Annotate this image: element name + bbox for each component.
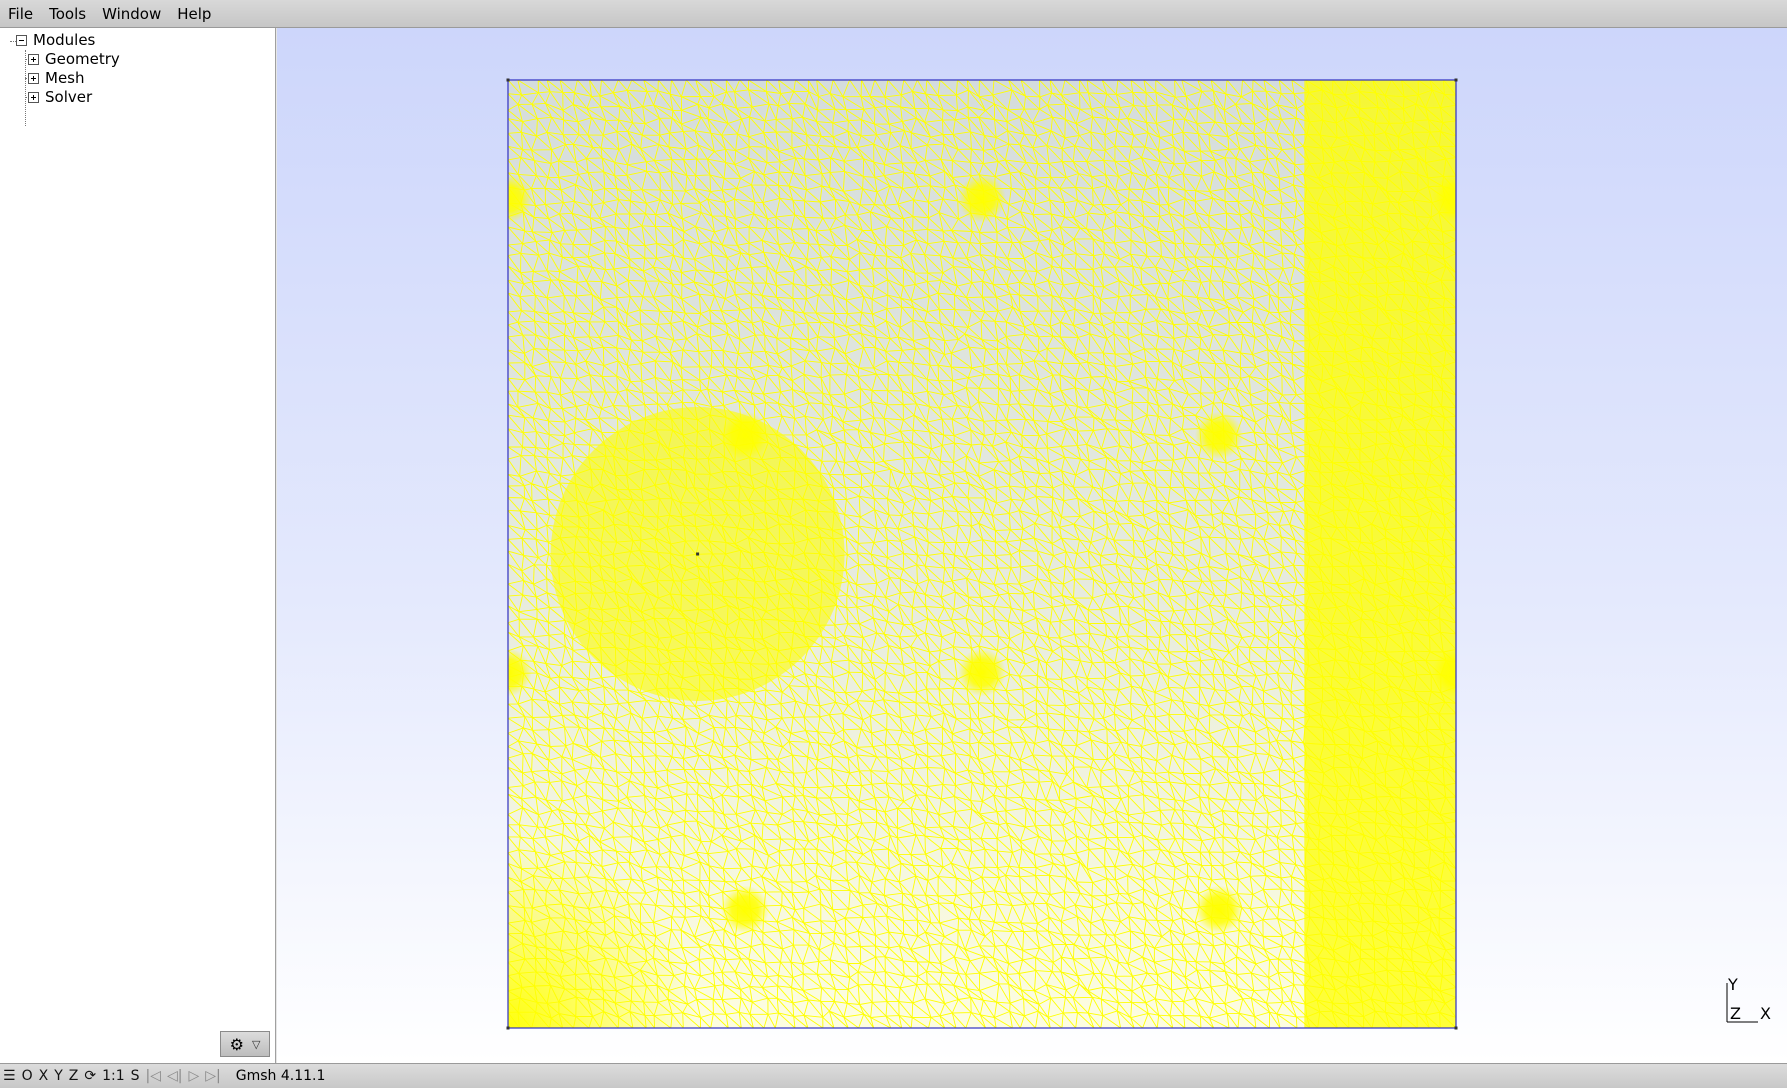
menu-bar: File Tools Window Help — [0, 0, 1787, 28]
tree-item-modules[interactable]: Modules — [16, 31, 95, 50]
origin-view-button[interactable]: O — [19, 1068, 36, 1084]
z-view-button[interactable]: Z — [66, 1068, 82, 1084]
axis-y-label: Y — [1728, 975, 1738, 994]
dropdown-arrow-icon: ▽ — [251, 1037, 261, 1051]
tree-item-geometry[interactable]: Geometry — [28, 50, 120, 69]
module-tree: Modules Geometry Mesh Solver — [0, 28, 276, 1063]
menu-help[interactable]: Help — [169, 0, 219, 28]
mesh-canvas[interactable] — [277, 28, 1787, 1063]
last-step-icon[interactable]: ▷| — [202, 1068, 223, 1084]
y-view-button[interactable]: Y — [51, 1068, 66, 1084]
menu-window[interactable]: Window — [94, 0, 169, 28]
axis-z-label: Z — [1730, 1004, 1741, 1023]
geometry-point — [506, 1026, 510, 1030]
gear-icon: ⚙ — [229, 1034, 244, 1054]
tree-item-solver[interactable]: Solver — [28, 88, 92, 107]
axis-x-label: X — [1760, 1004, 1771, 1023]
x-view-button[interactable]: X — [36, 1068, 52, 1084]
expand-icon[interactable] — [28, 73, 39, 84]
tree-item-label: Modules — [33, 31, 96, 49]
tree-item-mesh[interactable]: Mesh — [28, 69, 85, 88]
tree-item-label: Geometry — [45, 50, 120, 68]
refinement-point — [958, 648, 1006, 697]
first-step-icon[interactable]: |◁ — [143, 1068, 164, 1084]
menu-file[interactable]: File — [0, 0, 41, 28]
menu-toggle-icon[interactable]: ☰ — [0, 1068, 19, 1084]
geometry-point — [1454, 78, 1458, 82]
rotate-icon[interactable]: ⟳ — [81, 1068, 99, 1084]
refined-corner-region — [508, 838, 698, 1028]
play-icon[interactable]: ▷ — [185, 1068, 202, 1084]
tree-item-label: Mesh — [45, 69, 85, 87]
options-button[interactable]: ⚙ ▽ — [220, 1031, 270, 1057]
expand-icon[interactable] — [28, 54, 39, 65]
refinement-point — [721, 885, 769, 934]
mesh-elements — [508, 80, 1456, 1028]
select-button[interactable]: S — [128, 1068, 143, 1084]
tree-connector — [25, 50, 26, 126]
prev-step-icon[interactable]: ◁| — [164, 1068, 185, 1084]
refinement-point — [1195, 885, 1243, 934]
collapse-icon[interactable] — [16, 35, 27, 46]
menu-tools[interactable]: Tools — [41, 0, 94, 28]
expand-icon[interactable] — [28, 92, 39, 103]
graphics-viewport[interactable] — [277, 28, 1787, 1063]
refinement-point — [958, 174, 1006, 223]
tree-item-label: Solver — [45, 88, 93, 106]
geometry-point — [1454, 1026, 1458, 1030]
dense-mesh-band — [1304, 80, 1456, 1028]
refinement-point — [1195, 411, 1243, 460]
refinement-point — [721, 411, 769, 460]
scale-button[interactable]: 1:1 — [99, 1068, 128, 1084]
status-message: Gmsh 4.11.1 — [235, 1068, 326, 1084]
geometry-point — [506, 78, 510, 82]
geometry-point — [696, 552, 700, 556]
status-bar: ☰ O X Y Z ⟳ 1:1 S |◁ ◁| ▷ ▷| Gmsh 4.11.1 — [0, 1063, 1787, 1088]
